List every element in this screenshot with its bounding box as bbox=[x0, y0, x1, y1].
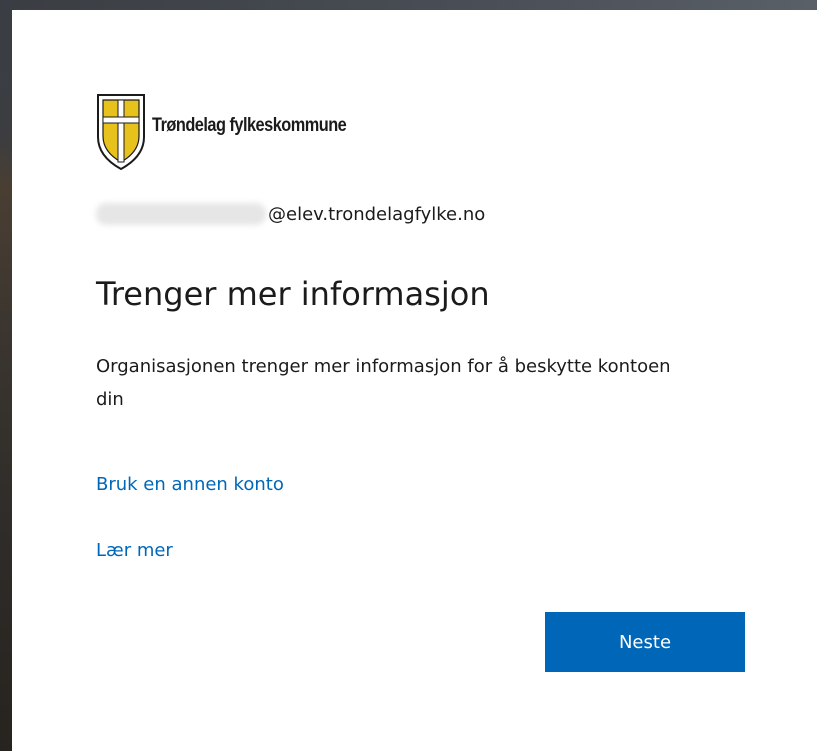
organization-logo: Trøndelag fylkeskommune bbox=[96, 93, 378, 171]
page-title: Trenger mer informasjon bbox=[96, 275, 490, 313]
next-button[interactable]: Neste bbox=[545, 612, 745, 672]
account-domain: @elev.trondelagfylke.no bbox=[268, 203, 486, 225]
background-top-edge bbox=[0, 0, 817, 10]
background-left-edge bbox=[0, 0, 12, 751]
page-description: Organisasjonen trenger mer informasjon f… bbox=[96, 356, 671, 410]
county-shield-icon bbox=[97, 94, 145, 171]
sign-in-card: Trøndelag fylkeskommune @elev.trondelagf… bbox=[12, 10, 817, 751]
redacted-username bbox=[96, 203, 266, 225]
learn-more-link[interactable]: Lær mer bbox=[96, 540, 173, 561]
use-another-account-link[interactable]: Bruk en annen konto bbox=[96, 474, 284, 495]
sign-in-page: Trøndelag fylkeskommune @elev.trondelagf… bbox=[0, 0, 817, 751]
organization-name: Trøndelag fylkeskommune bbox=[152, 115, 347, 136]
account-identity: @elev.trondelagfylke.no bbox=[96, 200, 485, 228]
